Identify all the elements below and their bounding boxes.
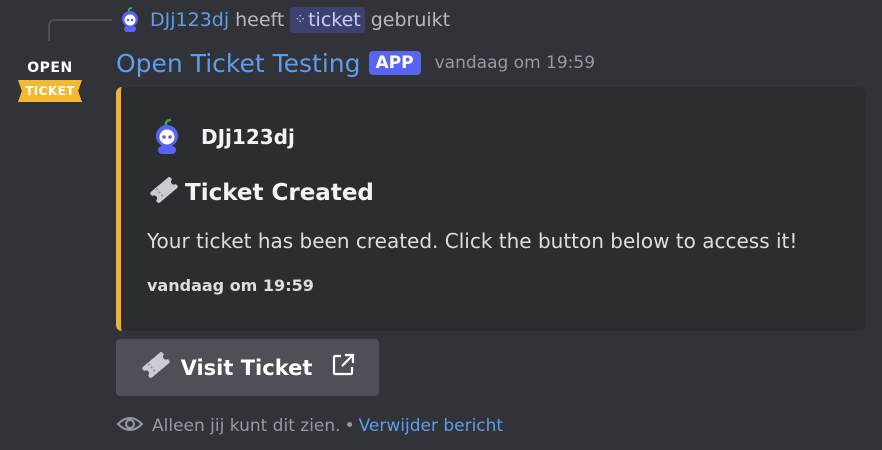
bot-logo-line1: OPEN	[27, 60, 73, 76]
eye-icon	[116, 414, 144, 439]
reply-connector	[48, 19, 112, 41]
external-link-icon	[330, 352, 356, 383]
embed-title-text: Ticket Created	[185, 180, 374, 206]
app-badge: APP	[368, 51, 421, 75]
message-timestamp[interactable]: vandaag om 19:59	[435, 53, 595, 73]
embed-footer: vandaag om 19:59	[147, 276, 314, 295]
user-avatar-icon[interactable]	[116, 7, 144, 33]
slash-command-mention[interactable]: ⁘ ticket	[290, 7, 365, 33]
command-icon: ⁘	[294, 12, 306, 28]
bot-avatar[interactable]: OPEN TICKET	[16, 52, 84, 108]
author-avatar-icon	[147, 118, 187, 155]
bot-name[interactable]: Open Ticket Testing	[116, 49, 361, 78]
bot-logo-line2: TICKET	[18, 80, 82, 102]
ticket-icon	[139, 350, 173, 385]
dismiss-message-link[interactable]: Verwijder bericht	[359, 416, 504, 436]
message-embed: DJj123dj Ticket Created Your ticket has …	[116, 87, 866, 331]
embed-title: Ticket Created	[147, 175, 374, 211]
ephemeral-text: Alleen jij kunt dit zien.	[152, 416, 341, 436]
ephemeral-notice: Alleen jij kunt dit zien. • Verwijder be…	[116, 412, 503, 440]
embed-description: Your ticket has been created. Click the …	[147, 229, 798, 253]
ticket-icon	[147, 175, 181, 211]
visit-ticket-button[interactable]: Visit Ticket	[116, 339, 379, 396]
message-header: Open Ticket Testing APP vandaag om 19:59	[116, 46, 595, 80]
reply-reference[interactable]: DJj123dj heeft ⁘ ticket gebruikt	[116, 6, 450, 34]
reply-username[interactable]: DJj123dj	[150, 9, 229, 31]
reply-verb: heeft	[235, 9, 285, 31]
embed-author: DJj123dj	[147, 118, 295, 155]
ephemeral-separator: •	[344, 416, 355, 436]
visit-ticket-label: Visit Ticket	[180, 355, 313, 380]
command-name: ticket	[308, 9, 361, 31]
reply-suffix: gebruikt	[370, 9, 451, 31]
embed-author-name: DJj123dj	[201, 125, 295, 149]
